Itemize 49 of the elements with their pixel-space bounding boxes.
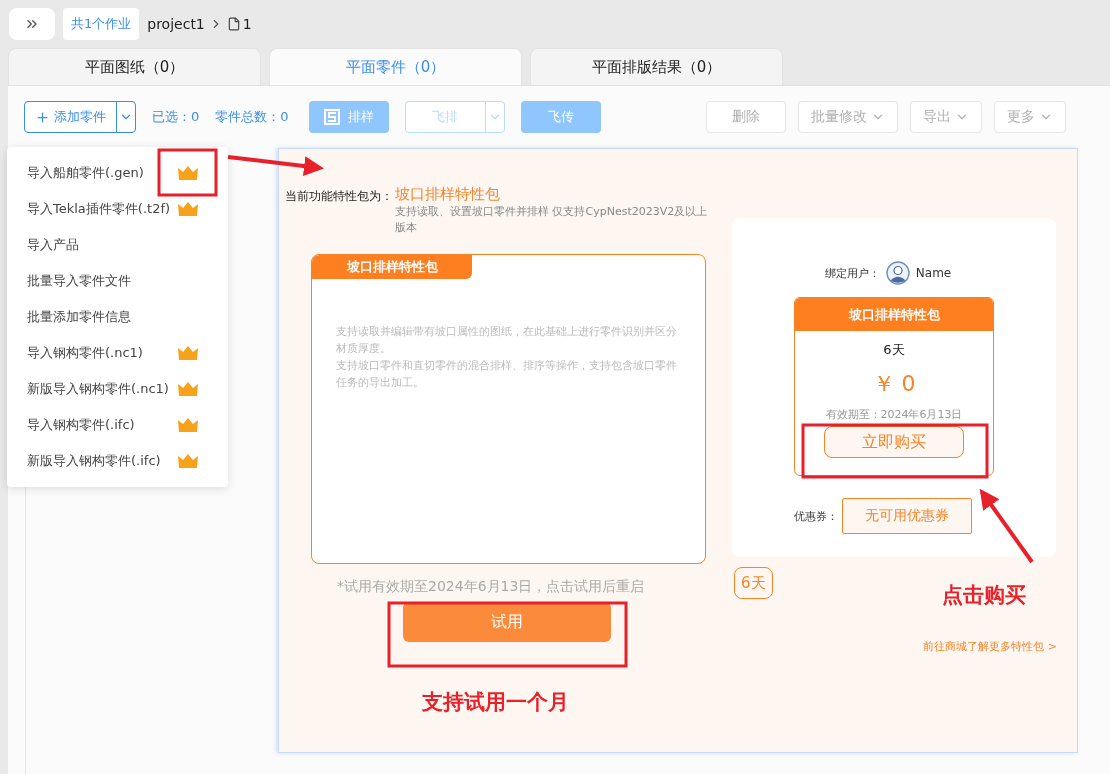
store-link[interactable]: 前往商城了解更多特性包 > bbox=[923, 639, 1057, 654]
menu-item[interactable]: 批量导入零件文件 bbox=[7, 263, 228, 299]
annotation-text: 点击购买 bbox=[942, 582, 1026, 609]
menu-item[interactable]: 新版导入钢构零件(.ifc) bbox=[7, 443, 228, 479]
trial-note: *试用有效期至2024年6月13日，点击试用后重启 bbox=[337, 578, 646, 596]
avatar-icon bbox=[885, 261, 910, 285]
buy-now-button[interactable]: 立即购买 bbox=[824, 426, 964, 458]
menu-item[interactable]: 导入钢构零件(.nc1) bbox=[7, 335, 228, 371]
count-label: 已选：0 bbox=[152, 108, 200, 126]
menu-item[interactable]: 新版导入钢构零件(.nc1) bbox=[7, 371, 228, 407]
menu-item[interactable]: 导入产品 bbox=[7, 227, 228, 263]
nest-icon bbox=[323, 109, 340, 125]
package-duration: 6天 bbox=[883, 341, 905, 359]
vip-crown-icon bbox=[177, 417, 199, 433]
bound-user-label: 绑定用户： bbox=[824, 265, 880, 281]
current-pack-description: 支持读取、设置坡口零件并排样 仅支持CypNest2023V2及以上版本 bbox=[395, 204, 709, 236]
tab[interactable]: 平面排版结果（0） bbox=[530, 48, 783, 85]
add-part-split-button[interactable]: 添加零件 bbox=[24, 101, 136, 133]
vip-crown-icon bbox=[177, 201, 199, 217]
vip-crown-icon bbox=[177, 165, 199, 181]
menu-item[interactable]: 批量添加零件信息 bbox=[7, 299, 228, 335]
coupon-label: 优惠券： bbox=[794, 508, 838, 524]
package-price: ￥ 0 bbox=[872, 370, 916, 398]
jobs-chip[interactable]: 共1个作业 bbox=[63, 8, 140, 40]
breadcrumb-item[interactable]: 1 bbox=[242, 16, 252, 32]
current-pack-name: 坡口排样特性包 bbox=[395, 185, 501, 204]
duration-option[interactable]: 6天 bbox=[734, 567, 773, 599]
count-label: 零件总数：0 bbox=[215, 108, 289, 126]
vip-crown-icon bbox=[177, 453, 199, 469]
menu-item[interactable]: 导入Tekla插件零件(.t2f) bbox=[7, 191, 228, 227]
vip-crown-icon bbox=[177, 345, 199, 361]
coupon-button[interactable]: 无可用优惠券 bbox=[842, 498, 972, 534]
menu-item[interactable]: 导入船舶零件(.gen) bbox=[7, 155, 228, 191]
expand-button[interactable] bbox=[9, 8, 55, 40]
package-expiry: 有效期至：2024年6月13日 bbox=[825, 407, 963, 422]
plus-icon bbox=[35, 109, 50, 125]
annotation-text: 支持试用一个月 bbox=[422, 689, 569, 716]
vip-crown-icon bbox=[177, 381, 199, 397]
current-pack-label: 当前功能特性包为： bbox=[285, 188, 393, 205]
annotation-frame bbox=[157, 148, 218, 197]
trial-button[interactable]: 试用 bbox=[403, 602, 611, 642]
tab[interactable]: 平面零件（0） bbox=[269, 48, 522, 85]
feature-card-title: 坡口排样特性包 bbox=[312, 255, 472, 279]
breadcrumb-item[interactable]: project1 bbox=[147, 16, 205, 32]
file-icon bbox=[226, 17, 241, 31]
user-name: Name bbox=[915, 266, 952, 280]
package-title: 坡口排样特性包 bbox=[795, 298, 993, 331]
menu-item[interactable]: 导入钢构零件(.ifc) bbox=[7, 407, 228, 443]
tab[interactable]: 平面图纸（0） bbox=[8, 48, 261, 85]
